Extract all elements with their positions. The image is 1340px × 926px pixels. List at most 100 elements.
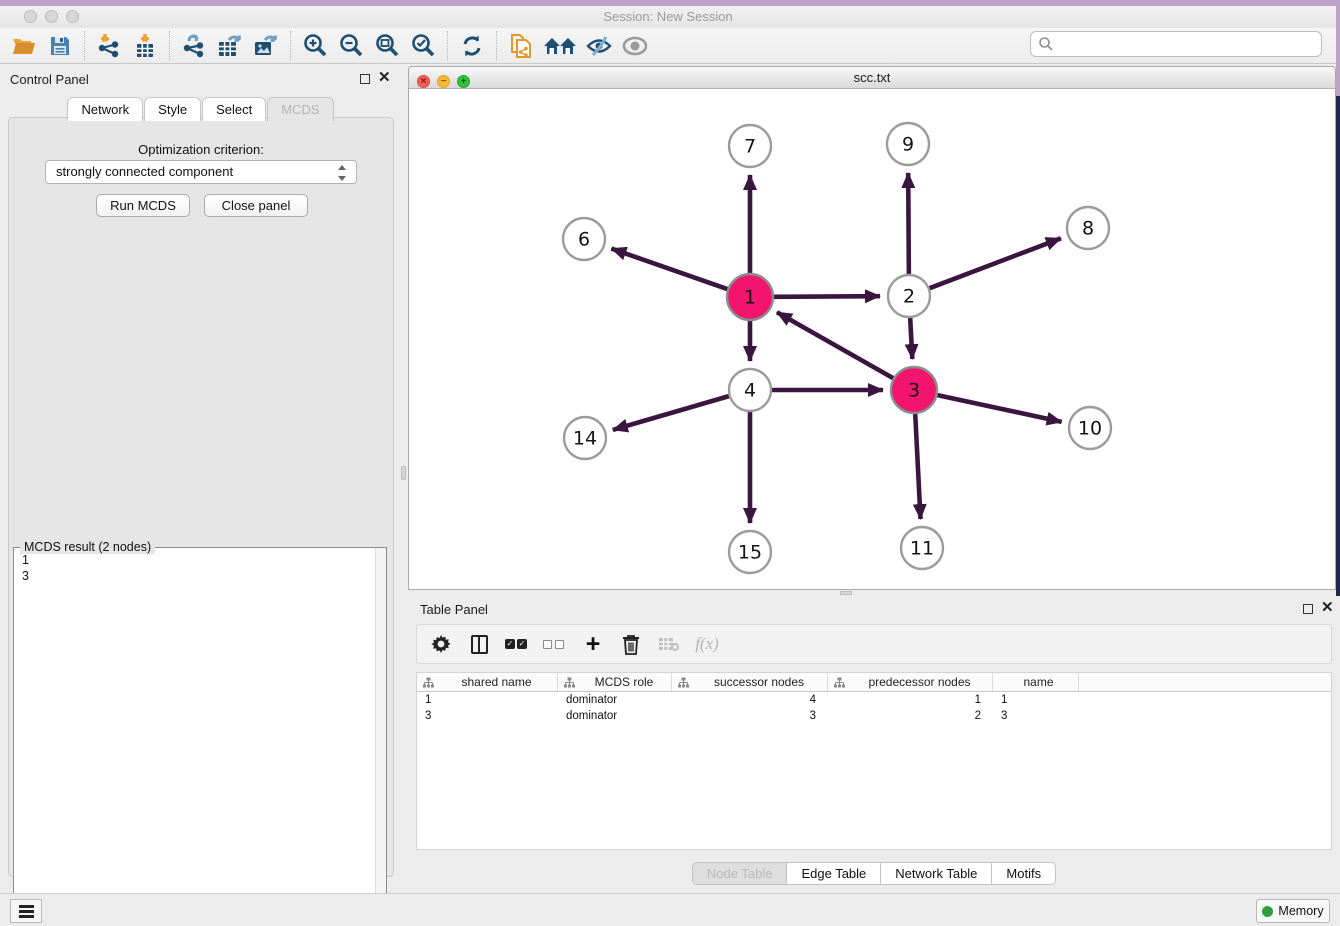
unchecked-boxes-icon[interactable] — [543, 632, 567, 656]
import-network-icon[interactable] — [91, 31, 127, 61]
tab-select[interactable]: Select — [202, 97, 266, 121]
gear-icon[interactable] — [429, 632, 453, 656]
refresh-icon[interactable] — [454, 31, 490, 61]
edge-2-9[interactable] — [908, 173, 909, 274]
float-panel-icon[interactable] — [360, 74, 370, 84]
mcds-result-title: MCDS result (2 nodes) — [20, 540, 155, 554]
table-body: 1dominator4113dominator323 — [417, 692, 1331, 724]
edge-1-2[interactable] — [774, 296, 880, 297]
close-panel-button[interactable]: Close panel — [204, 194, 308, 217]
houses-icon[interactable] — [539, 31, 581, 61]
table-tabs: Node TableEdge TableNetwork TableMotifs — [408, 862, 1340, 885]
table-cell[interactable]: dominator — [558, 692, 672, 708]
export-image-icon[interactable] — [248, 31, 284, 61]
chevron-up-down-icon — [337, 164, 348, 182]
trash-icon[interactable] — [619, 632, 643, 656]
column-header-MCDS-role[interactable]: MCDS role — [558, 673, 672, 691]
task-history-button[interactable] — [10, 899, 42, 923]
node-label-2: 2 — [903, 286, 915, 308]
column-header-name[interactable]: name — [993, 673, 1079, 691]
import-table-icon[interactable] — [127, 31, 163, 61]
tab-motifs[interactable]: Motifs — [992, 862, 1056, 885]
search-input[interactable] — [1030, 31, 1322, 57]
table-cell[interactable]: 4 — [672, 692, 828, 708]
table-cell[interactable]: dominator — [558, 708, 672, 724]
zoom-selected-icon[interactable] — [405, 31, 441, 61]
table-cell[interactable]: 1 — [828, 692, 993, 708]
float-panel-icon[interactable] — [1303, 604, 1313, 614]
table-toolbar: ✓✓ + f(x) — [416, 624, 1332, 664]
edge-4-14[interactable] — [613, 396, 729, 430]
eye-icon[interactable] — [617, 31, 653, 61]
table-row[interactable]: 3dominator323 — [417, 708, 1331, 724]
table-cell[interactable]: 1 — [417, 692, 558, 708]
tab-style[interactable]: Style — [144, 97, 201, 121]
splitter-handle[interactable] — [840, 591, 852, 595]
close-panel-icon[interactable]: ✕ — [378, 73, 391, 83]
table-row[interactable]: 1dominator411 — [417, 692, 1331, 708]
titlebar: Session: New Session — [0, 6, 1336, 28]
zoom-out-icon[interactable] — [333, 31, 369, 61]
edge-3-11[interactable] — [915, 414, 920, 519]
column-header-shared-name[interactable]: shared name — [417, 673, 558, 691]
scrollbar[interactable] — [375, 548, 386, 923]
control-panel-title: Control Panel — [10, 72, 89, 87]
node-label-3: 3 — [908, 380, 920, 402]
node-label-9: 9 — [902, 134, 914, 156]
function-icon: f(x) — [695, 632, 719, 656]
optimization-criterion-select[interactable]: strongly connected component — [45, 160, 357, 184]
tab-network[interactable]: Network — [67, 97, 143, 121]
close-panel-icon[interactable]: ✕ — [1321, 603, 1334, 613]
tab-network-table[interactable]: Network Table — [881, 862, 992, 885]
edge-3-10[interactable] — [937, 395, 1061, 422]
zoom-window-icon[interactable] — [66, 10, 79, 23]
table-cell[interactable]: 3 — [993, 708, 1079, 724]
main-toolbar — [0, 28, 1336, 64]
splitter-handle[interactable] — [401, 466, 406, 480]
memory-button[interactable]: Memory — [1256, 899, 1330, 923]
table-cell[interactable]: 1 — [993, 692, 1079, 708]
application-window: Session: New Session — [0, 0, 1340, 926]
mcds-result-box: MCDS result (2 nodes) 13 — [13, 547, 387, 924]
minimize-window-icon[interactable] — [45, 10, 58, 23]
column-header-successor-nodes[interactable]: successor nodes — [672, 673, 828, 691]
edge-2-3[interactable] — [910, 318, 912, 359]
folder-open-icon[interactable] — [6, 31, 42, 61]
node-table[interactable]: shared nameMCDS rolesuccessor nodesprede… — [416, 672, 1332, 850]
edge-1-6[interactable] — [611, 249, 727, 290]
table-cell[interactable]: 3 — [417, 708, 558, 724]
mcds-result-item: 3 — [14, 568, 386, 584]
optimization-criterion-label: Optimization criterion: — [9, 142, 393, 157]
export-network-icon[interactable] — [176, 31, 212, 61]
status-bar: Memory — [0, 893, 1340, 926]
traffic-lights[interactable] — [24, 10, 87, 28]
export-table-icon[interactable] — [212, 31, 248, 61]
node-label-8: 8 — [1082, 218, 1094, 240]
add-icon[interactable]: + — [581, 632, 605, 656]
save-icon[interactable] — [42, 31, 78, 61]
edge-3-1[interactable] — [777, 312, 893, 378]
network-canvas[interactable]: 7968124314101511 — [409, 89, 1335, 589]
run-mcds-button[interactable]: Run MCDS — [96, 194, 190, 217]
columns-icon[interactable] — [467, 632, 491, 656]
table-cell[interactable]: 3 — [672, 708, 828, 724]
zoom-in-icon[interactable] — [297, 31, 333, 61]
window-frame-right — [1336, 0, 1340, 96]
dropdown-value: strongly connected component — [56, 164, 233, 179]
network-window: ×−+ scc.txt 7968124314101511 — [408, 66, 1336, 590]
tab-edge-table[interactable]: Edge Table — [787, 862, 881, 885]
copy-document-icon[interactable] — [503, 31, 539, 61]
edge-2-8[interactable] — [930, 238, 1061, 288]
eye-slash-icon[interactable] — [581, 31, 617, 61]
column-header-predecessor-nodes[interactable]: predecessor nodes — [828, 673, 993, 691]
search-icon — [1038, 36, 1054, 52]
node-label-15: 15 — [738, 542, 762, 564]
tab-mcds[interactable]: MCDS — [267, 97, 333, 121]
zoom-fit-icon[interactable] — [369, 31, 405, 61]
tab-node-table[interactable]: Node Table — [692, 862, 788, 885]
network-window-titlebar[interactable]: ×−+ scc.txt — [409, 67, 1335, 89]
node-label-10: 10 — [1078, 418, 1102, 440]
close-window-icon[interactable] — [24, 10, 37, 23]
checked-boxes-icon[interactable]: ✓✓ — [505, 632, 529, 656]
table-cell[interactable]: 2 — [828, 708, 993, 724]
